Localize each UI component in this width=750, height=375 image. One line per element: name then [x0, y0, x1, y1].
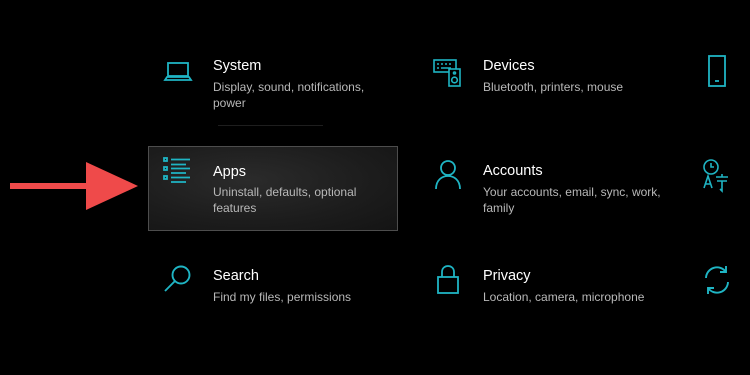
- apps-list-icon: [162, 155, 194, 187]
- person-icon: [432, 158, 464, 190]
- tile-description: Find my files, permissions: [213, 290, 352, 304]
- search-icon: [162, 263, 194, 295]
- update-sync-icon: [701, 262, 733, 298]
- tile-devices[interactable]: Devices Bluetooth, printers, mouse: [420, 48, 672, 132]
- tile-description: Your accounts, email, sync, work, family: [483, 185, 661, 215]
- tile-title: Apps: [213, 164, 247, 180]
- time-language-icon: [700, 158, 732, 194]
- settings-page: System Display, sound, notifications, po…: [0, 0, 750, 375]
- tile-description: Uninstall, defaults, optional features: [213, 185, 357, 215]
- tile-description: Display, sound, notifications, power: [213, 80, 365, 110]
- tile-description: Bluetooth, printers, mouse: [483, 80, 624, 94]
- keyboard-speaker-icon: [432, 56, 464, 88]
- tile-apps[interactable]: Apps Uninstall, defaults, optional featu…: [148, 146, 398, 231]
- tile-title: Accounts: [483, 163, 543, 179]
- tile-search[interactable]: Search Find my files, permissions: [150, 258, 402, 342]
- tile-time-language-partial[interactable]: [700, 158, 732, 194]
- lock-icon: [432, 263, 464, 295]
- tile-phone-partial[interactable]: [703, 54, 735, 90]
- laptop-icon: [162, 56, 194, 88]
- phone-icon: [703, 54, 735, 90]
- tile-title: Devices: [483, 58, 535, 74]
- annotation-arrow: [6, 158, 140, 214]
- tile-update-partial[interactable]: [701, 262, 733, 298]
- tile-system[interactable]: System Display, sound, notifications, po…: [150, 48, 402, 132]
- tile-title: Privacy: [483, 268, 531, 284]
- tile-title: Search: [213, 268, 259, 284]
- tile-privacy[interactable]: Privacy Location, camera, microphone: [420, 258, 672, 342]
- tile-description: Location, camera, microphone: [483, 290, 645, 304]
- tile-accounts[interactable]: Accounts Your accounts, email, sync, wor…: [420, 153, 672, 237]
- tile-title: System: [213, 58, 262, 74]
- divider: [218, 125, 323, 126]
